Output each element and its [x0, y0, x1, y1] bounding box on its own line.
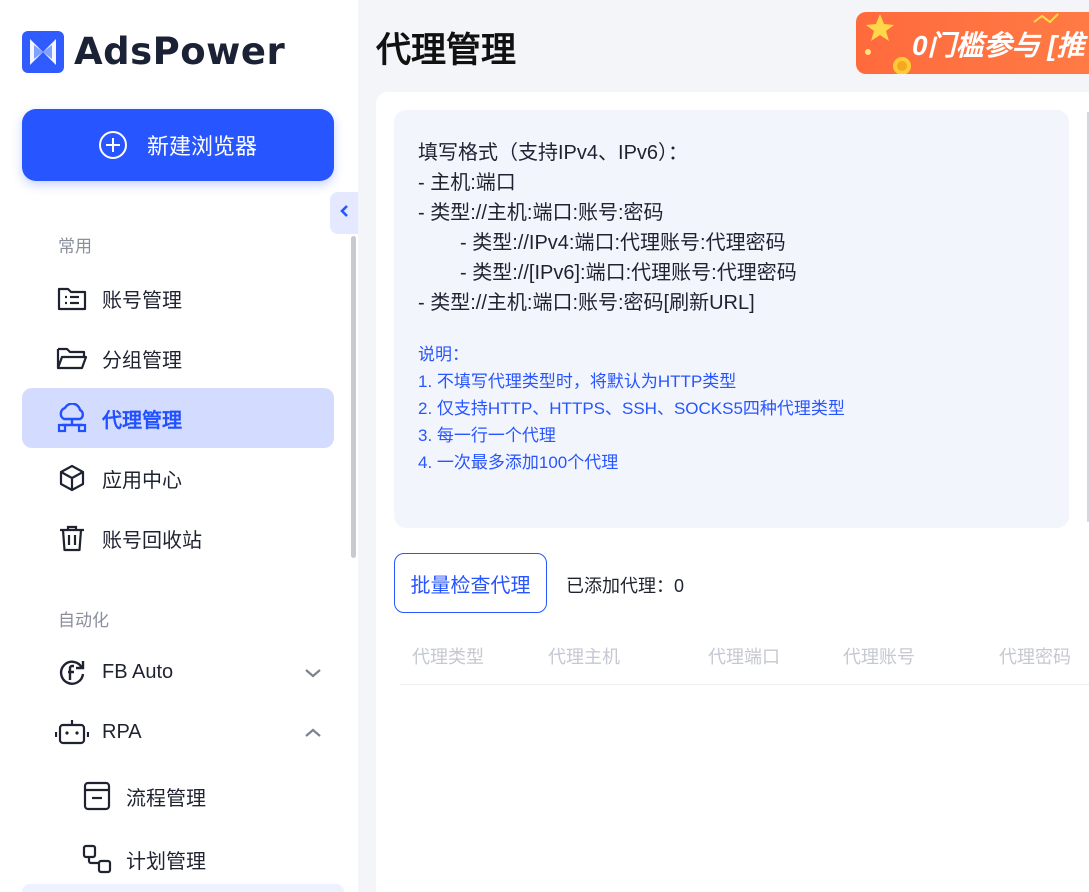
- new-browser-button[interactable]: 新建浏览器: [22, 109, 334, 181]
- process-icon: [80, 779, 114, 813]
- format-heading: 填写格式（支持IPv4、IPv6）：: [418, 142, 689, 164]
- note-line: 3. 每一行一个代理: [418, 426, 556, 445]
- table-header-port: 代理端口: [708, 647, 780, 667]
- sidebar-item-label: 账号回收站: [102, 529, 202, 552]
- chevron-up-icon[interactable]: [304, 722, 322, 745]
- note-line: 1. 不填写代理类型时，将默认为HTTP类型: [418, 372, 737, 391]
- format-line: - 类型://[IPv6]:端口:代理账号:代理密码: [460, 262, 797, 284]
- adspower-logo-icon: [22, 30, 64, 73]
- account-list-icon: [54, 280, 90, 316]
- batch-check-proxy-button[interactable]: 批量检查代理: [394, 553, 547, 613]
- section-label-common: 常用: [58, 237, 92, 256]
- robot-icon: [54, 714, 90, 750]
- format-line: - 主机:端口: [418, 172, 516, 194]
- facebook-refresh-icon: [54, 654, 90, 690]
- new-browser-label: 新建浏览器: [146, 134, 257, 159]
- table-divider: [400, 684, 1089, 685]
- format-line: - 类型://IPv4:端口:代理账号:代理密码: [460, 232, 786, 254]
- sidebar-item-label: 分组管理: [102, 349, 182, 372]
- table-header-host: 代理主机: [548, 647, 620, 667]
- cube-icon: [54, 460, 90, 496]
- plus-circle-icon: [98, 131, 127, 159]
- promo-banner[interactable]: 0门槛参与 [推: [856, 12, 1089, 74]
- sidebar-item-label: 账号管理: [102, 289, 182, 312]
- next-nav-item[interactable]: [22, 884, 344, 892]
- format-line: - 类型://主机:端口:账号:密码[刷新URL]: [418, 292, 755, 314]
- note-line: 4. 一次最多添加100个代理: [418, 453, 619, 472]
- section-label-automation: 自动化: [58, 611, 109, 630]
- sidebar-item-accounts[interactable]: 账号管理: [22, 268, 334, 328]
- schedule-icon: [80, 842, 114, 876]
- collapse-sidebar-button[interactable]: [330, 192, 358, 234]
- trash-icon: [54, 520, 90, 556]
- sidebar: AdsPower 新建浏览器 常用 账号管理 分组管理 代理管理 应用中心 账号…: [0, 0, 358, 892]
- format-line: - 类型://主机:端口:账号:密码: [418, 202, 664, 224]
- table-header-type: 代理类型: [412, 647, 484, 667]
- banner-text: 0门槛参与 [推: [912, 30, 1085, 61]
- sidebar-item-label: FB Auto: [102, 660, 174, 683]
- page-title: 代理管理: [376, 31, 517, 70]
- sidebar-item-label: 应用中心: [102, 469, 182, 492]
- chevron-down-icon[interactable]: [304, 662, 322, 685]
- sidebar-item-rpa[interactable]: RPA: [22, 702, 334, 762]
- table-header-account: 代理账号: [843, 647, 915, 667]
- table-header-password: 代理密码: [999, 647, 1071, 667]
- chevron-left-icon: [339, 204, 349, 223]
- proxy-cloud-icon: [54, 400, 90, 436]
- sidebar-item-groups[interactable]: 分组管理: [22, 328, 334, 388]
- sidebar-item-label: RPA: [102, 720, 142, 743]
- sidebar-item-fb-auto[interactable]: FB Auto: [22, 642, 334, 702]
- sidebar-item-label: 代理管理: [102, 409, 182, 432]
- sidebar-subitem-process[interactable]: 流程管理: [22, 768, 334, 824]
- sidebar-item-proxy[interactable]: 代理管理: [22, 388, 334, 448]
- note-line: 2. 仅支持HTTP、HTTPS、SSH、SOCKS5四种代理类型: [418, 399, 845, 418]
- sidebar-item-recycle-bin[interactable]: 账号回收站: [22, 508, 334, 568]
- sidebar-item-app-center[interactable]: 应用中心: [22, 448, 334, 508]
- logo-text: AdsPower: [74, 30, 286, 73]
- notes-heading: 说明：: [418, 345, 469, 364]
- sidebar-subitem-label: 计划管理: [126, 850, 206, 873]
- app-logo[interactable]: AdsPower: [22, 30, 285, 73]
- folder-icon: [54, 340, 90, 376]
- added-proxy-count: 已添加代理：0: [566, 576, 685, 596]
- sidebar-subitem-label: 流程管理: [126, 787, 206, 810]
- sidebar-scrollbar[interactable]: [351, 236, 356, 558]
- sidebar-subitem-schedule[interactable]: 计划管理: [22, 831, 334, 887]
